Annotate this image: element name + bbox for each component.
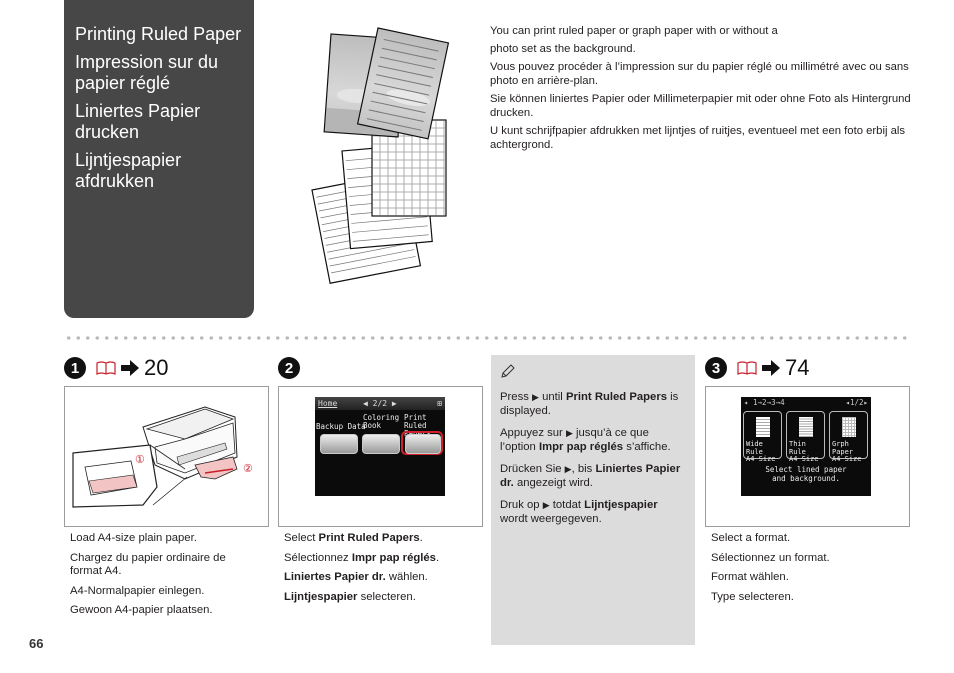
ruled-paper-thumbnail [798, 417, 813, 437]
arrow-right-icon [121, 360, 139, 376]
caption-de: A4-Normalpapier einlegen. [70, 584, 205, 597]
step-2-captions: Select Print Ruled Papers. Sélectionnez … [284, 532, 479, 610]
lcd-home-label: Home [318, 399, 338, 408]
format-option-1[interactable]: Wide Rule A4 Size [743, 411, 782, 463]
backup-data-button[interactable] [320, 434, 358, 454]
format-option-size: A4 Size [746, 455, 776, 463]
callout-1: ① [135, 454, 145, 466]
lcd-steps-indicator: ✦ 1→2→3→4 [744, 398, 785, 407]
paper-samples-illustration [311, 27, 450, 284]
print-ruled-papers-button[interactable] [405, 434, 441, 454]
caption-nl: Gewoon A4-papier plaatsen. [70, 604, 213, 616]
caption-fr: Sélectionnez un format. [711, 551, 830, 564]
step-2-figure: Home ◀ 2/2 ▶ ⊞ Backup Data Coloring Book … [278, 386, 483, 527]
step-1-header: 1 20 [64, 354, 168, 382]
printer-loading-illustration: ② ① [72, 406, 253, 508]
lcd-screen-format: ✦ 1→2→3→4 ◂1/2▸ Wide Rule A4 Size Thin Rul… [741, 397, 871, 496]
heading-de: Liniertes Papier drucken [75, 101, 201, 142]
intro-en-2: photo set as the background. [490, 43, 636, 55]
format-option-label: Grph Paper [832, 440, 854, 456]
intro-de: Sie können liniertes Papier oder Millime… [490, 93, 911, 119]
note-en: Press ▶ until Print Ruled Papers is disp… [500, 391, 679, 417]
pencil-note-icon [501, 364, 515, 378]
coloring-book-button[interactable] [362, 434, 400, 454]
caption-fr: Chargez du papier ordinaire de format A4… [70, 551, 226, 578]
lcd-item-coloring-label: Coloring Book [363, 413, 400, 430]
note-nl: Druk op ▶ totdat Lijntjespapier wordt we… [500, 499, 658, 525]
step-number-2: 2 [278, 357, 300, 379]
title-panel: Printing Ruled Paper Impression sur du p… [64, 0, 254, 318]
callout-2: ② [243, 463, 253, 475]
ruled-paper-thumbnail [755, 417, 770, 437]
caption-en: Load A4-size plain paper. [70, 532, 197, 544]
lcd-page-indicator[interactable]: ◂1/2▸ [845, 397, 868, 409]
arrow-right-icon [762, 360, 780, 376]
lcd-screen-home: Home ◀ 2/2 ▶ ⊞ Backup Data Coloring Book … [315, 397, 445, 496]
book-icon[interactable] [96, 361, 116, 375]
page-number: 66 [29, 636, 44, 651]
caption-de: Format wählen. [711, 571, 789, 583]
format-option-label: Wide Rule [746, 440, 763, 456]
note-de: Drücken Sie ▶, bis Liniertes Papier dr. … [500, 463, 681, 489]
intro-en-1: You can print ruled paper or graph paper… [490, 25, 778, 37]
step-1-captions: Load A4-size plain paper. Chargez du pap… [70, 532, 260, 624]
page-reference[interactable]: 20 [144, 355, 168, 381]
step-1-figure: ② ① [64, 386, 269, 527]
book-icon[interactable] [737, 361, 757, 375]
heading-nl: Lijntjespapier afdrukken [75, 150, 182, 191]
format-option-3[interactable]: Grph Paper A4 Size [829, 411, 868, 463]
caption-en: Select a format. [711, 532, 791, 544]
step-3-captions: Select a format. Sélectionnez un format.… [711, 532, 906, 610]
step-number-3: 3 [705, 357, 727, 379]
intro-text: You can print ruled paper or graph paper… [490, 24, 912, 156]
heading-en: Printing Ruled Paper [75, 24, 242, 44]
caption-fr: Sélectionnez Impr pap réglés. [284, 551, 440, 564]
note-fr: Appuyez sur ▶ jusqu’à ce que l’option Im… [500, 427, 671, 453]
step-2-header: 2 [278, 354, 300, 382]
step-3-header: 3 74 [705, 354, 809, 382]
caption-nl: Lijntjespapier selecteren. [284, 590, 416, 603]
step-number-1: 1 [64, 357, 86, 379]
network-icon: ⊞ [437, 399, 442, 408]
note-box: Press ▶ until Print Ruled Papers is disp… [491, 355, 695, 645]
caption-en: Select Print Ruled Papers. [284, 532, 423, 544]
step-3-figure: ✦ 1→2→3→4 ◂1/2▸ Wide Rule A4 Size Thin Rul… [705, 386, 910, 527]
caption-de: Liniertes Papier dr. wählen. [284, 571, 428, 583]
format-option-size: A4 Size [789, 455, 819, 463]
format-option-size: A4 Size [832, 455, 862, 463]
lcd-page-indicator[interactable]: ◀ 2/2 ▶ [363, 397, 397, 410]
dotted-divider [64, 336, 910, 340]
heading-fr: Impression sur du papier réglé [75, 52, 219, 93]
graph-paper-thumbnail [841, 417, 856, 437]
page-reference[interactable]: 74 [785, 355, 809, 381]
format-option-label: Thin Rule [789, 440, 806, 456]
intro-fr: Vous pouvez procéder à l’impression sur … [490, 61, 909, 87]
intro-nl: U kunt schrijfpapier afdrukken met lijnt… [490, 125, 906, 151]
lcd-item-backup-label: Backup Data [316, 422, 366, 431]
caption-nl: Type selecteren. [711, 590, 794, 603]
format-option-2[interactable]: Thin Rule A4 Size [786, 411, 825, 463]
